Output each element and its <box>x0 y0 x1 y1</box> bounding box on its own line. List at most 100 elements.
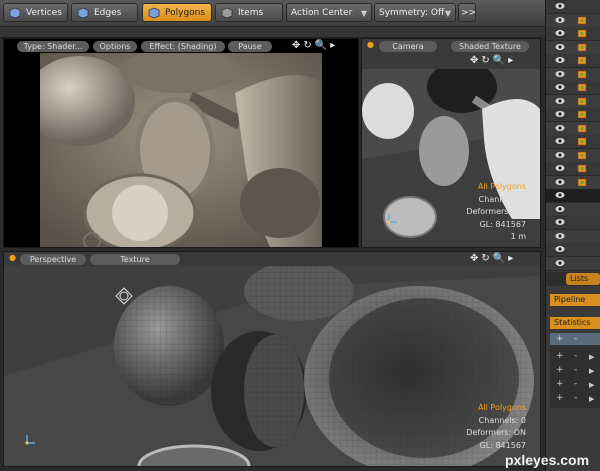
lists-tab[interactable]: Lists <box>566 273 600 285</box>
list-item[interactable] <box>546 216 600 230</box>
eye-icon[interactable] <box>555 43 565 51</box>
top-toolbar: Vertices Edges Polygons Items Action Cen… <box>0 0 545 27</box>
pause-button[interactable]: Pause <box>228 41 272 52</box>
eye-icon[interactable] <box>555 70 565 78</box>
shaded-texture-dropdown[interactable]: Shaded Texture <box>451 41 529 52</box>
eye-icon[interactable] <box>555 29 565 37</box>
more-button[interactable]: >> <box>458 3 476 22</box>
polygons-button[interactable]: Polygons <box>142 3 212 22</box>
plus-icon[interactable]: + <box>556 333 564 345</box>
perspective-stats: All Polygons Channels: 0 Deformers: ON G… <box>466 402 526 452</box>
list-item[interactable] <box>546 81 600 95</box>
items-label: Items <box>238 8 264 18</box>
symmetry-label: Symmetry: Off <box>379 8 445 18</box>
eye-icon[interactable] <box>555 191 565 199</box>
camera-stats: All Polygons Channels: 0 Deformers: ON G… <box>466 181 526 244</box>
viewport-nav-icons[interactable]: ✥↻🔍▸ <box>470 253 516 264</box>
list-item[interactable] <box>546 229 600 244</box>
eye-icon[interactable] <box>555 16 565 24</box>
stats-mode: All Polygons <box>477 403 526 412</box>
list-item[interactable] <box>546 0 600 14</box>
eye-icon[interactable] <box>555 205 565 213</box>
eye-icon[interactable] <box>555 151 565 159</box>
minus-icon[interactable]: ---- <box>574 349 577 405</box>
list-item[interactable] <box>546 40 600 55</box>
items-button[interactable]: Items <box>215 3 283 22</box>
stats-channels: Channels: 0 <box>478 415 526 425</box>
item-icon <box>577 70 587 78</box>
list-item[interactable] <box>546 135 600 149</box>
eye-icon[interactable] <box>555 232 565 240</box>
eye-icon[interactable] <box>555 259 565 267</box>
list-item[interactable] <box>546 189 600 203</box>
options-button[interactable]: Options <box>93 41 137 52</box>
expand-arrow-icon[interactable]: ▶ ▶ ▶ ▶ <box>589 350 594 406</box>
list-item[interactable] <box>546 202 600 217</box>
item-icon <box>577 164 587 173</box>
list-item[interactable] <box>546 175 600 190</box>
chevron-down-icon: ▼ <box>360 9 367 18</box>
eye-icon[interactable] <box>555 124 565 132</box>
item-icon <box>577 110 587 119</box>
eye-icon[interactable] <box>555 164 565 172</box>
eye-icon[interactable] <box>555 83 565 91</box>
perspective-preview-image <box>4 266 540 466</box>
perspective-dropdown[interactable]: Perspective <box>20 254 86 265</box>
vertices-label: Vertices <box>26 8 62 18</box>
lists-tab-bar: Lists <box>546 272 600 286</box>
effect-dropdown[interactable]: Effect: (Shading) <box>141 41 225 52</box>
axis-gizmo-icon <box>25 435 35 445</box>
item-icon <box>577 124 587 132</box>
viewport-dot-icon: ● <box>367 40 374 49</box>
item-icon <box>577 29 587 38</box>
statistics-tab[interactable]: Statistics <box>550 317 600 329</box>
eye-icon[interactable] <box>555 2 565 10</box>
perspective-viewport[interactable]: ● Perspective Texture ✥↻🔍▸ All Polygons … <box>3 251 541 467</box>
list-item[interactable] <box>546 67 600 82</box>
render-viewport[interactable]: Type: Shader... Options Effect: (Shading… <box>3 38 359 248</box>
type-shader-dropdown[interactable]: Type: Shader... <box>17 41 89 52</box>
list-item[interactable] <box>546 121 600 136</box>
list-item[interactable] <box>546 27 600 41</box>
item-icon <box>577 56 587 65</box>
list-item[interactable] <box>546 13 600 28</box>
vertices-button[interactable]: Vertices <box>3 3 68 22</box>
polygons-icon <box>148 7 160 19</box>
texture-dropdown[interactable]: Texture <box>90 254 180 265</box>
item-icon <box>577 178 587 186</box>
render-preview-image <box>40 53 322 247</box>
stats-channels: Channels: 0 <box>478 194 526 204</box>
list-item[interactable] <box>546 256 600 271</box>
list-item[interactable] <box>546 162 600 176</box>
camera-viewport[interactable]: ● Camera Shaded Texture ✥↻🔍▸ All Polygon… <box>361 38 541 248</box>
viewport-nav-icons[interactable]: ✥↻🔍▸ <box>292 40 338 51</box>
action-center-dropdown[interactable]: Action Center ▼ <box>286 3 372 22</box>
stats-deformers: Deformers: ON <box>466 428 526 437</box>
list-item[interactable] <box>546 54 600 68</box>
items-icon <box>221 7 233 19</box>
eye-icon[interactable] <box>555 56 565 64</box>
stats-deformers: Deformers: ON <box>466 207 526 216</box>
pipeline-tab[interactable]: Pipeline <box>550 294 600 306</box>
camera-viewport-header: ● Camera Shaded Texture <box>362 39 540 53</box>
minus-icon[interactable]: - <box>574 333 577 345</box>
eye-icon[interactable] <box>555 218 565 226</box>
camera-dropdown[interactable]: Camera <box>379 41 437 52</box>
eye-icon[interactable] <box>555 110 565 118</box>
plus-icon[interactable]: + + + + <box>556 349 564 405</box>
item-icon <box>577 137 587 146</box>
list-item[interactable] <box>546 148 600 163</box>
item-icon <box>577 97 587 105</box>
viewport-nav-icons[interactable]: ✥↻🔍▸ <box>470 55 516 66</box>
edges-button[interactable]: Edges <box>71 3 138 22</box>
eye-icon[interactable] <box>555 97 565 105</box>
item-icon <box>577 83 587 92</box>
stats-mode: All Polygons <box>477 182 526 191</box>
symmetry-dropdown[interactable]: Symmetry: Off ▼ <box>374 3 456 22</box>
eye-icon[interactable] <box>555 178 565 186</box>
eye-icon[interactable] <box>555 137 565 145</box>
list-item[interactable] <box>546 243 600 257</box>
eye-icon[interactable] <box>555 245 565 253</box>
list-item[interactable] <box>546 108 600 122</box>
list-item[interactable] <box>546 94 600 109</box>
